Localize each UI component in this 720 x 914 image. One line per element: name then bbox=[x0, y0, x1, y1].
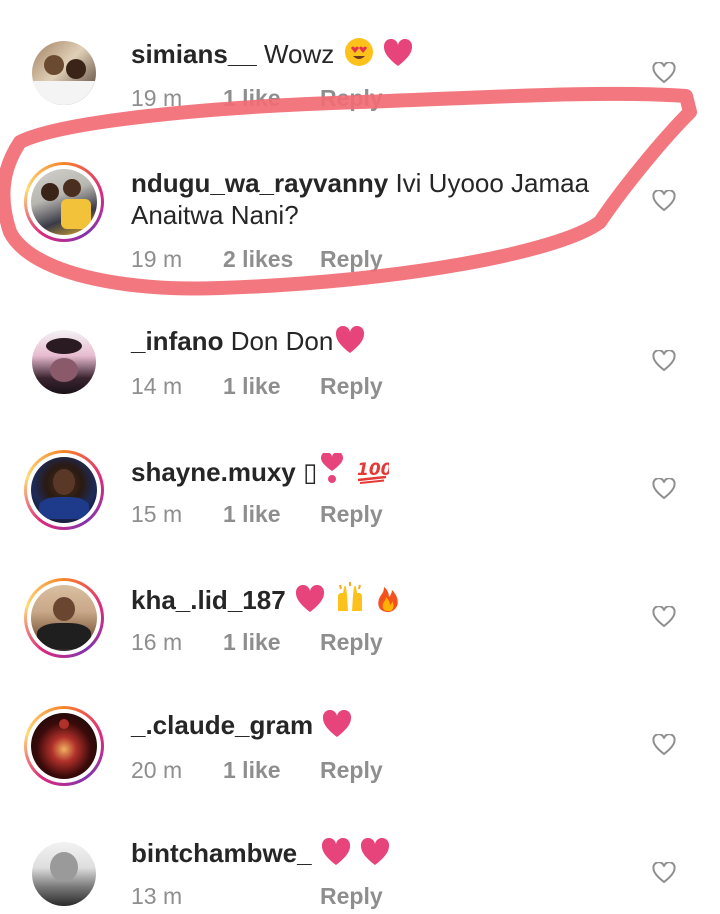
comment-time: 15 m bbox=[131, 501, 183, 527]
comment-text: ndugu_wa_rayvanny Ivi Uyooo Jamaa bbox=[131, 167, 589, 199]
reply-button[interactable]: Reply bbox=[320, 756, 383, 784]
comment-meta: 13 m Reply bbox=[131, 882, 383, 910]
reply-button[interactable]: Reply bbox=[320, 500, 383, 528]
hundred-points-emoji-icon: 100 bbox=[357, 460, 389, 484]
comment-time: 20 m bbox=[131, 757, 183, 783]
comment-message: ▯ bbox=[302, 457, 318, 487]
comment-message: Don Don bbox=[230, 326, 334, 356]
like-count[interactable]: 1 like bbox=[223, 500, 320, 528]
comment-time: 13 m bbox=[131, 883, 183, 909]
comment-time: 19 m bbox=[131, 246, 183, 272]
comment-time: 16 m bbox=[131, 629, 183, 655]
comment-text: _infano Don Don bbox=[131, 325, 365, 357]
avatar[interactable] bbox=[24, 162, 104, 242]
comment-meta: 20 m 1 like Reply bbox=[131, 756, 383, 784]
avatar[interactable] bbox=[24, 834, 104, 914]
reply-button[interactable]: Reply bbox=[320, 245, 383, 273]
heart-emoji-icon bbox=[323, 710, 352, 737]
comment-username[interactable]: kha_.lid_187 bbox=[131, 585, 286, 615]
fire-emoji-icon bbox=[378, 587, 399, 612]
comment-username[interactable]: simians__ bbox=[131, 39, 257, 69]
reply-button[interactable]: Reply bbox=[320, 84, 383, 112]
comment-username[interactable]: ndugu_wa_rayvanny bbox=[131, 168, 388, 198]
like-heart-icon[interactable] bbox=[652, 190, 676, 212]
comment-meta: 15 m 1 like Reply bbox=[131, 500, 383, 528]
avatar[interactable] bbox=[24, 33, 104, 113]
like-count[interactable]: 1 like bbox=[223, 756, 320, 784]
comment-text-continued: Anaitwa Nani? bbox=[131, 199, 299, 231]
like-count[interactable]: 1 like bbox=[223, 372, 320, 400]
like-count[interactable]: 2 likes bbox=[223, 245, 320, 273]
reply-button[interactable]: Reply bbox=[320, 372, 383, 400]
heart-emoji-icon bbox=[383, 39, 412, 66]
reply-button[interactable]: Reply bbox=[320, 628, 383, 656]
comment-username[interactable]: shayne.muxy bbox=[131, 457, 296, 487]
comment-message: Wowz bbox=[263, 39, 335, 69]
heart-emoji-icon bbox=[336, 326, 365, 353]
raised-hands-emoji-icon bbox=[338, 582, 363, 611]
heart-eyes-emoji-icon bbox=[344, 38, 373, 66]
avatar[interactable] bbox=[24, 578, 104, 658]
like-heart-icon[interactable] bbox=[652, 478, 676, 500]
comment-meta: 19 m 1 like Reply bbox=[131, 84, 383, 112]
avatar[interactable] bbox=[24, 706, 104, 786]
comment-text: _.claude_gram bbox=[131, 709, 352, 741]
comment-meta: 14 m 1 like Reply bbox=[131, 372, 383, 400]
comment-message: Ivi Uyooo Jamaa bbox=[395, 168, 590, 198]
comment-meta: 16 m 1 like Reply bbox=[131, 628, 383, 656]
comment-text: simians__ Wowz bbox=[131, 37, 413, 70]
comment-text: bintchambwe_ bbox=[131, 837, 390, 869]
like-count[interactable]: 1 like bbox=[223, 628, 320, 656]
avatar[interactable] bbox=[24, 322, 104, 402]
comment-text: kha_.lid_187 bbox=[131, 581, 401, 616]
comment-message-line-2: Anaitwa Nani? bbox=[131, 200, 299, 230]
like-heart-icon[interactable] bbox=[652, 606, 676, 628]
reply-button[interactable]: Reply bbox=[320, 882, 383, 910]
comment-username[interactable]: _.claude_gram bbox=[131, 710, 313, 740]
heart-exclamation-emoji-icon bbox=[321, 453, 344, 483]
avatar[interactable] bbox=[24, 450, 104, 530]
like-heart-icon[interactable] bbox=[652, 350, 676, 372]
like-heart-icon[interactable] bbox=[652, 734, 676, 756]
comment-text: shayne.muxy ▯ 100 bbox=[131, 453, 389, 488]
comment-username[interactable]: _infano bbox=[131, 326, 223, 356]
heart-emoji-icon bbox=[361, 838, 390, 865]
comment-username[interactable]: bintchambwe_ bbox=[131, 838, 312, 868]
like-count[interactable]: 1 like bbox=[223, 84, 320, 112]
like-heart-icon[interactable] bbox=[652, 862, 676, 884]
comment-time: 14 m bbox=[131, 373, 183, 399]
comment-time: 19 m bbox=[131, 85, 183, 111]
comment-meta: 19 m 2 likes Reply bbox=[131, 245, 383, 273]
like-heart-icon[interactable] bbox=[652, 62, 676, 84]
heart-emoji-icon bbox=[321, 838, 350, 865]
heart-emoji-icon bbox=[295, 585, 324, 612]
